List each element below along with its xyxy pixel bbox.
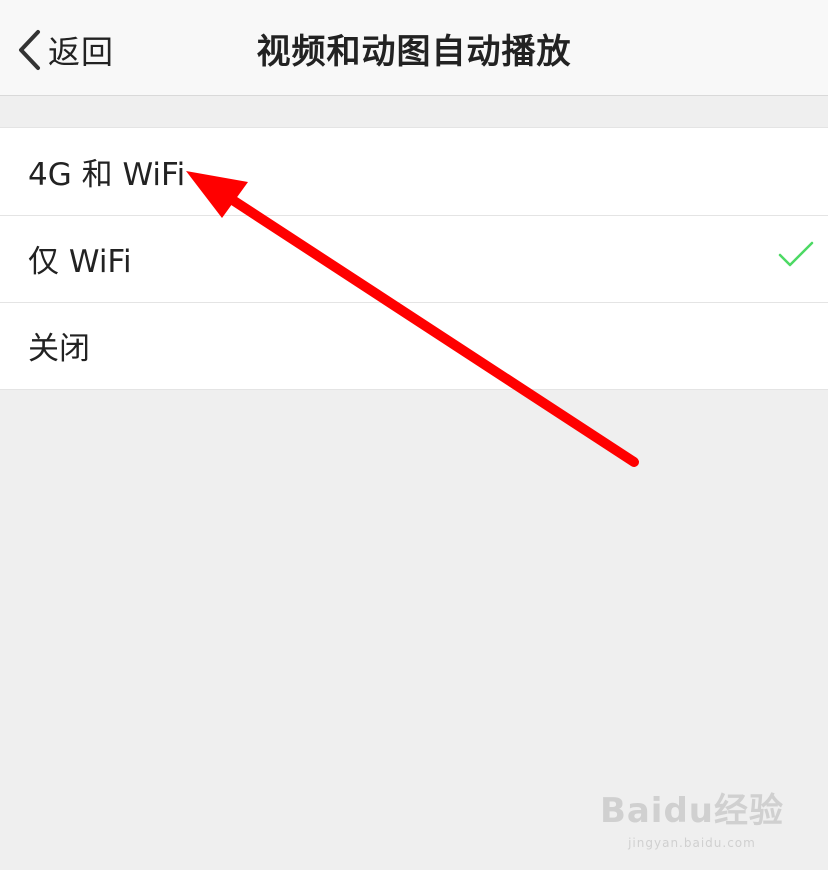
option-label: 4G 和 WiFi [28,157,186,193]
page-title: 视频和动图自动播放 [256,32,572,72]
navigation-bar: 返回 视频和动图自动播放 [0,0,828,96]
autoplay-options-list: 4G 和 WiFi 仅 WiFi 关闭 [0,127,828,390]
option-label: 关闭 [28,331,90,367]
watermark-brand: Baidu经验 [599,791,784,831]
check-icon [778,241,814,267]
watermark-url: jingyan.baidu.com [628,836,756,850]
option-label: 仅 WiFi [28,244,132,280]
settings-page: 返回 视频和动图自动播放 4G 和 WiFi 仅 WiFi 关闭 Baidu经验… [0,0,828,870]
baidu-jingyan-watermark: Baidu经验 jingyan.baidu.com [600,783,784,850]
option-off[interactable]: 关闭 [0,302,828,389]
option-wifi-only[interactable]: 仅 WiFi [0,215,828,302]
option-4g-and-wifi[interactable]: 4G 和 WiFi [0,128,828,215]
